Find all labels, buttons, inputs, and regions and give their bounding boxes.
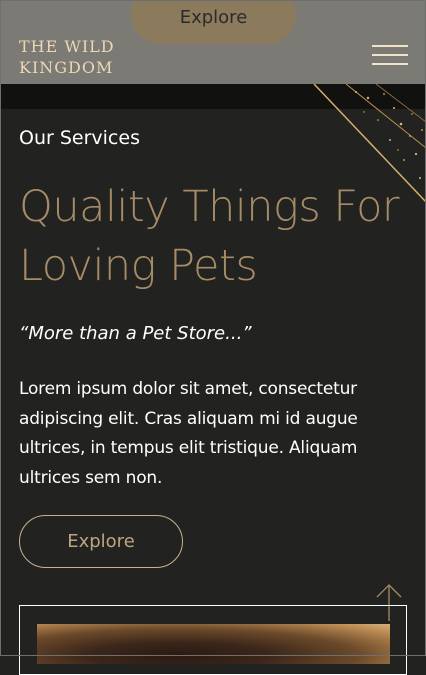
logo[interactable]: THE WILD KINGDOM bbox=[19, 36, 115, 78]
section-subheading: Our Services bbox=[19, 127, 140, 149]
body-paragraph: Lorem ipsum dolor sit amet, consectetur … bbox=[19, 379, 358, 488]
pet-photo bbox=[37, 624, 390, 664]
hamburger-menu-icon[interactable] bbox=[372, 43, 408, 67]
header-explore-button[interactable]: Explore bbox=[131, 0, 296, 44]
sparkle-decoration bbox=[313, 84, 426, 203]
explore-button[interactable]: Explore bbox=[19, 515, 183, 568]
logo-line-1: THE WILD bbox=[19, 37, 115, 56]
logo-line-2: KINGDOM bbox=[19, 58, 114, 77]
tagline-quote: “More than a Pet Store...” bbox=[19, 323, 252, 344]
